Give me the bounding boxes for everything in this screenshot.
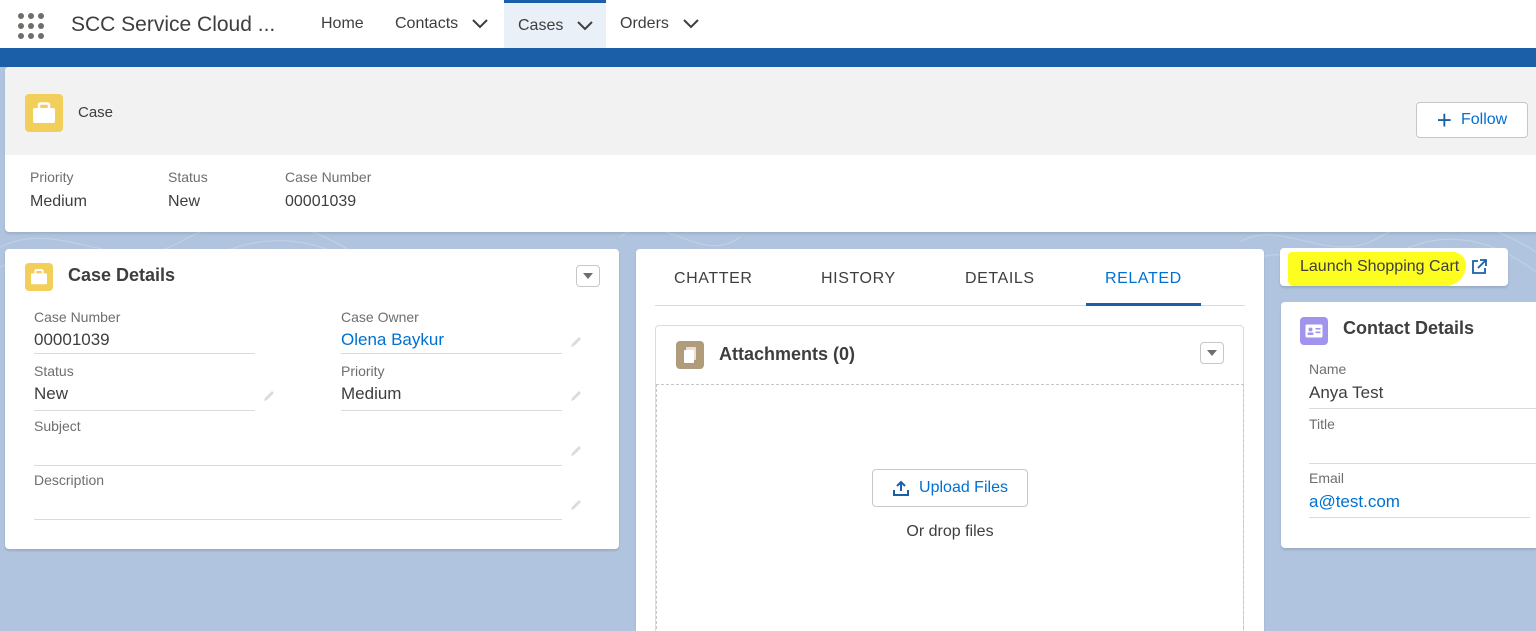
edit-pencil-icon[interactable]: [262, 389, 276, 403]
field-divider: [341, 353, 562, 354]
field-label-priority: Priority: [341, 363, 385, 379]
active-tab-indicator: [1086, 303, 1201, 306]
field-value-priority: Medium: [341, 384, 402, 403]
contact-card-icon: [1300, 317, 1328, 345]
edit-pencil-icon[interactable]: [569, 389, 583, 403]
field-divider: [1309, 517, 1530, 518]
case-icon: [25, 94, 63, 132]
brand-band: [0, 48, 1536, 67]
field-label-case-owner: Case Owner: [341, 309, 419, 325]
field-divider: [341, 410, 562, 411]
highlights-panel: Case + Follow Priority Medium Status New…: [5, 67, 1536, 232]
upload-files-label: Upload Files: [919, 479, 1008, 496]
launch-shopping-cart-label: Launch Shopping Cart: [1300, 258, 1460, 275]
field-label-description: Description: [34, 472, 105, 488]
field-label-title: Title: [1309, 416, 1335, 432]
nav-item-cases[interactable]: Cases: [504, 0, 606, 48]
nav-item-contacts[interactable]: Contacts: [395, 0, 488, 48]
field-divider: [1309, 408, 1536, 409]
chevron-down-icon: [583, 273, 593, 279]
card-menu-button[interactable]: [576, 265, 600, 287]
launch-shopping-cart-link[interactable]: Launch Shopping Cart: [1300, 258, 1459, 276]
case-details-card: Case Details Case Number 00001039 Case O…: [5, 249, 619, 549]
field-label-email: Email: [1309, 470, 1345, 486]
app-name: SCC Service Cloud ...: [71, 13, 276, 36]
field-label-case-number: Case Number: [34, 309, 121, 325]
field-value-case-number: 00001039: [34, 330, 110, 349]
field-divider: [34, 410, 255, 411]
follow-button[interactable]: + Follow: [1416, 102, 1528, 138]
upload-icon: [893, 480, 910, 496]
highlight-value-status: New: [168, 193, 201, 210]
tab-chatter[interactable]: CHATTER: [674, 270, 753, 288]
highlight-label-status: Status: [168, 169, 208, 185]
attachments-menu-button[interactable]: [1200, 342, 1224, 364]
field-label-name: Name: [1309, 361, 1347, 377]
global-nav: SCC Service Cloud ... Home Contacts Case…: [0, 0, 1536, 48]
field-label-status: Status: [34, 363, 74, 379]
app-launcher-icon[interactable]: [18, 13, 46, 41]
chevron-down-icon[interactable]: [683, 19, 699, 29]
contact-details-card: Contact Details Name Anya Test Title Ema…: [1281, 302, 1536, 548]
nav-item-label: Contacts: [395, 15, 459, 32]
email-link[interactable]: a@test.com: [1309, 492, 1400, 512]
highlight-label-case-number: Case Number: [285, 169, 372, 185]
field-value-name: Anya Test: [1309, 383, 1384, 402]
drop-files-hint: Or drop files: [906, 523, 994, 540]
attachments-title: Attachments (0): [719, 344, 856, 364]
nav-item-orders[interactable]: Orders: [620, 0, 699, 48]
card-title: Contact Details: [1343, 318, 1475, 338]
field-divider: [1309, 463, 1536, 464]
edit-pencil-icon[interactable]: [569, 335, 583, 349]
highlight-value-priority: Medium: [30, 193, 87, 210]
chevron-down-icon[interactable]: [472, 19, 488, 29]
field-label-subject: Subject: [34, 418, 81, 434]
card-title: Case Details: [68, 265, 176, 285]
field-value-status: New: [34, 384, 69, 403]
edit-pencil-icon[interactable]: [569, 498, 583, 512]
nav-item-label: Orders: [620, 15, 669, 32]
chevron-down-icon[interactable]: [577, 20, 594, 31]
plus-icon: +: [1436, 105, 1452, 135]
upload-files-button[interactable]: Upload Files: [872, 469, 1028, 507]
nav-item-home[interactable]: Home: [321, 0, 364, 48]
nav-item-label: Cases: [518, 16, 564, 34]
field-divider: [34, 465, 562, 466]
external-link-icon[interactable]: [1470, 258, 1488, 276]
case-icon: [25, 263, 53, 291]
field-divider: [34, 353, 255, 354]
record-type-label: Case: [78, 104, 114, 121]
highlight-value-case-number: 00001039: [285, 193, 357, 210]
tab-related[interactable]: RELATED: [1105, 270, 1182, 288]
follow-label: Follow: [1460, 111, 1508, 128]
highlights-header: [5, 67, 1536, 155]
field-divider: [34, 519, 562, 520]
tab-details[interactable]: DETAILS: [965, 270, 1035, 288]
edit-pencil-icon[interactable]: [569, 444, 583, 458]
attachment-icon: [676, 341, 704, 369]
chevron-down-icon: [1207, 350, 1217, 356]
tab-history[interactable]: HISTORY: [821, 270, 896, 288]
highlight-label-priority: Priority: [30, 169, 74, 185]
case-owner-link[interactable]: Olena Baykur: [341, 330, 444, 350]
nav-item-label: Home: [321, 15, 364, 32]
